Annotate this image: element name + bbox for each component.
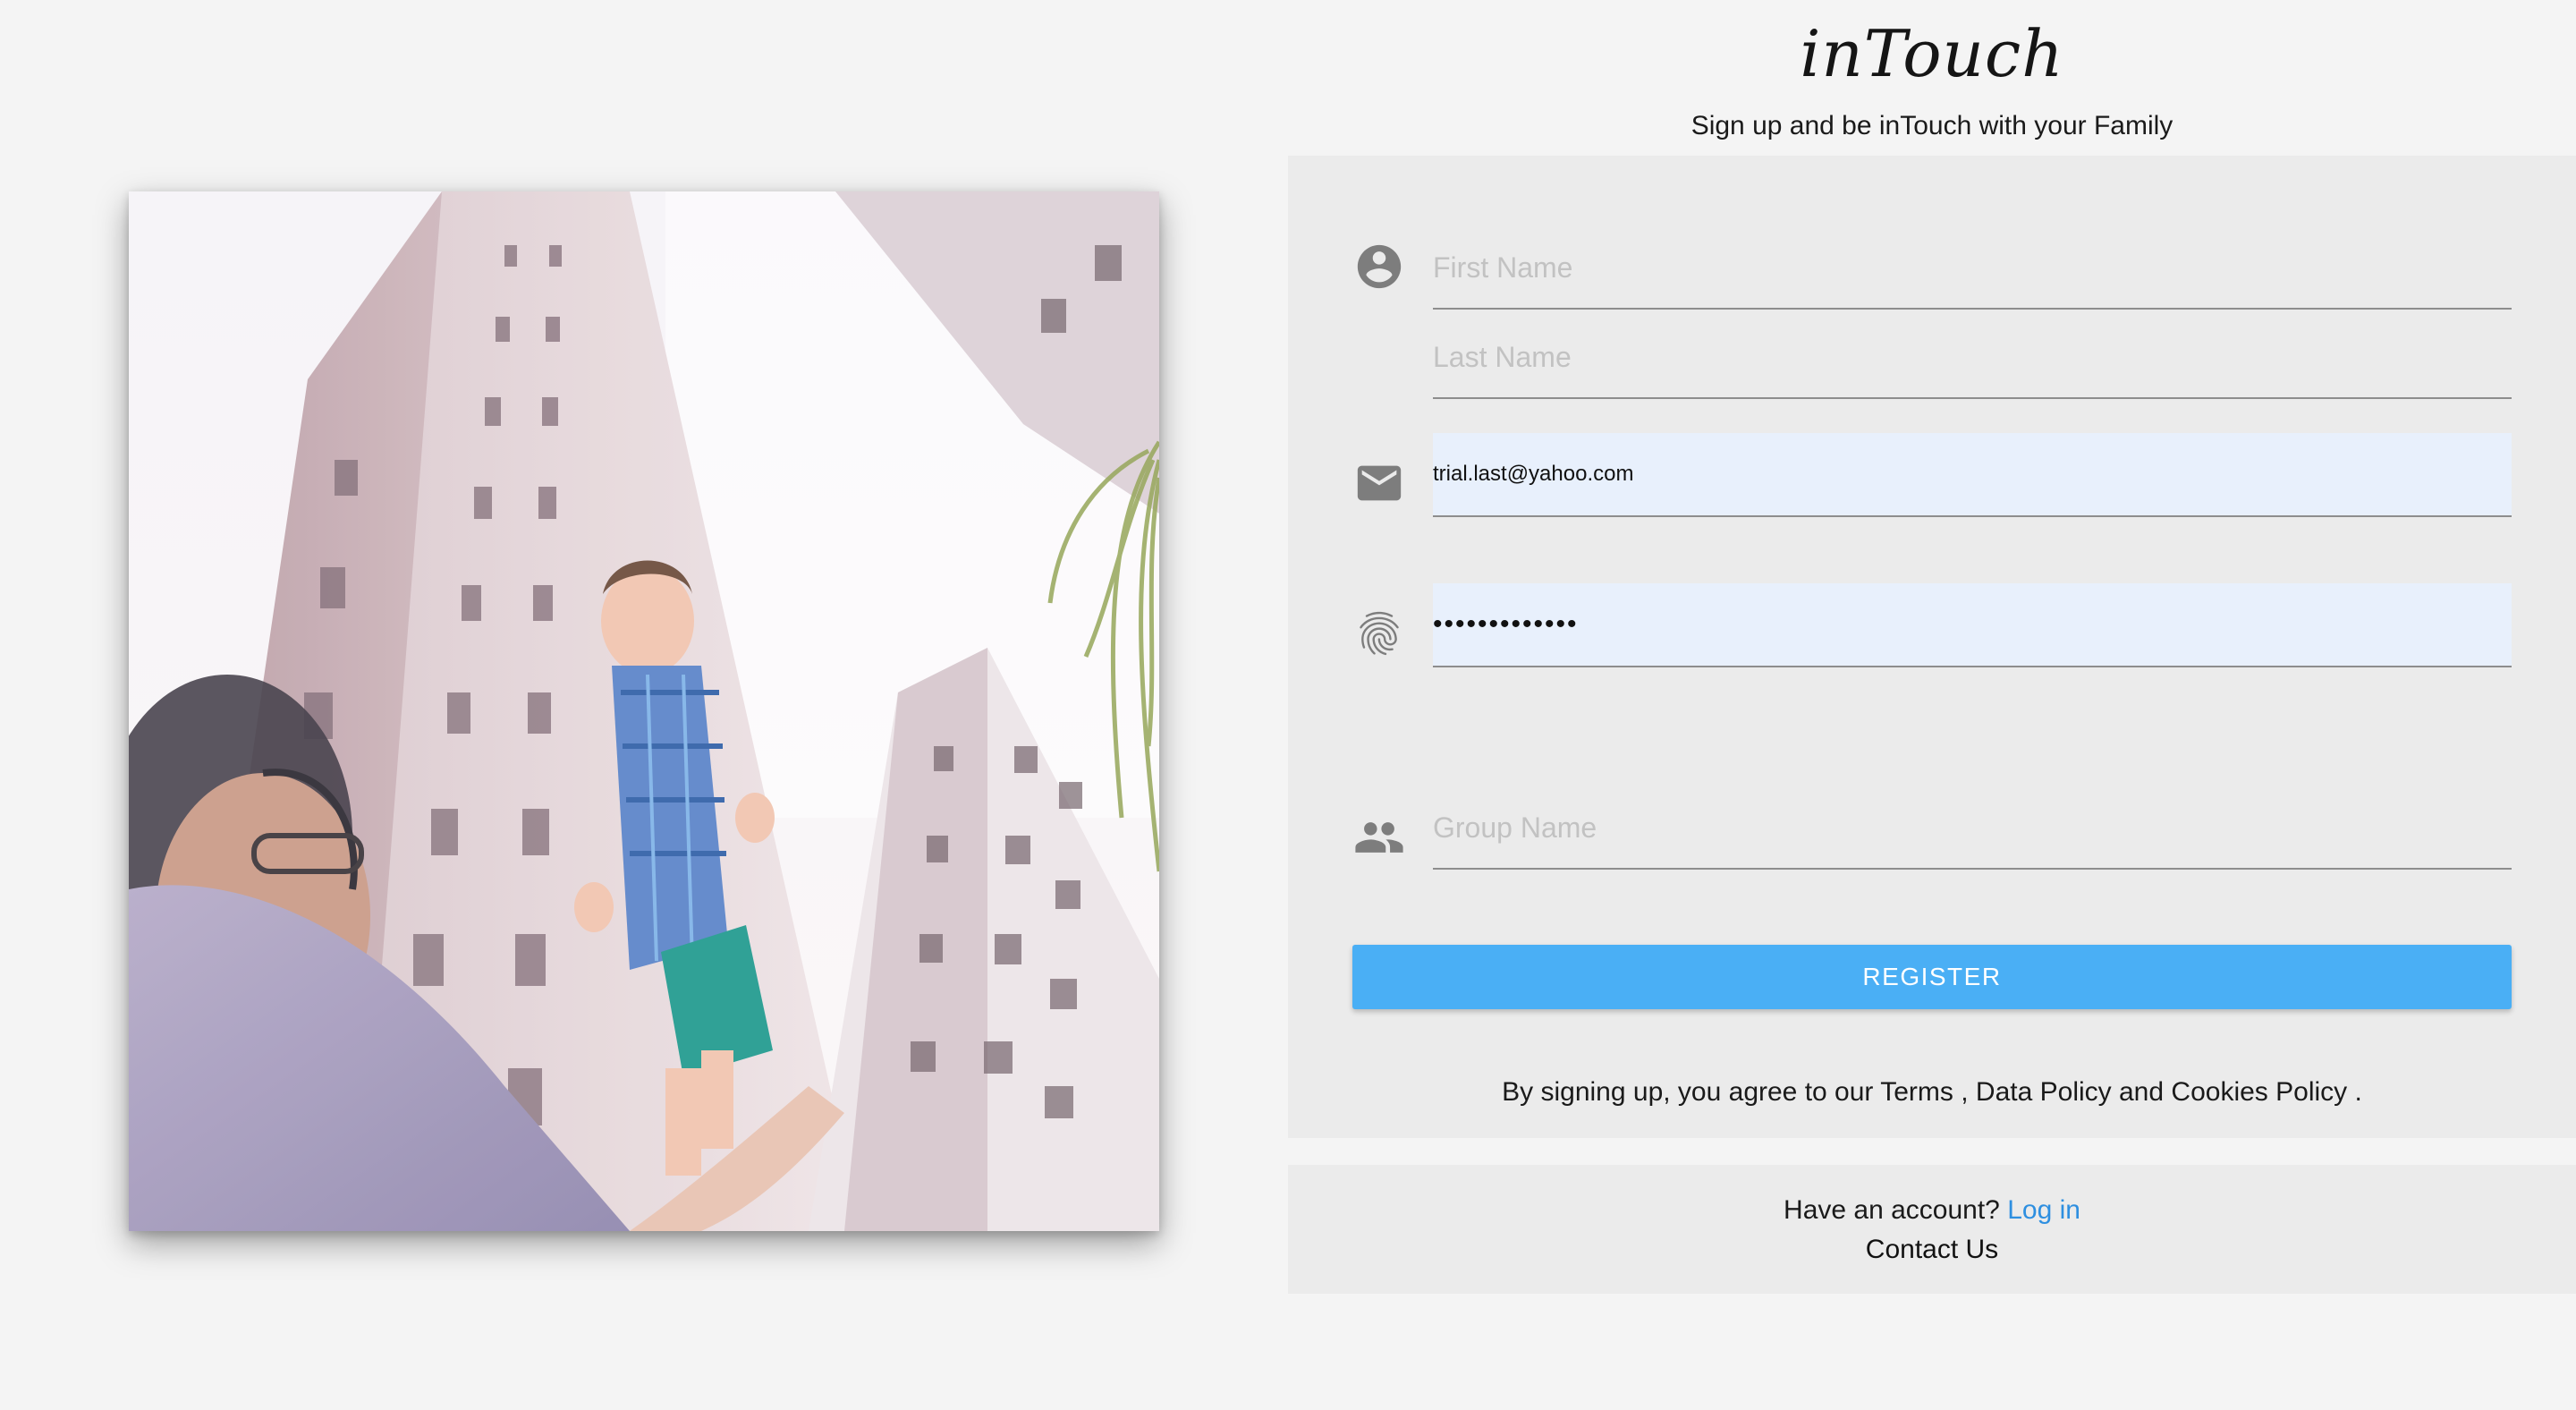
mail-icon <box>1352 456 1406 510</box>
terms-link[interactable]: Terms <box>1880 1077 1953 1107</box>
email-input[interactable] <box>1433 433 2512 517</box>
signup-page: inTouch Sign up and be inTouch with your… <box>0 0 2576 1410</box>
account-footer: Have an account? Log in Contact Us <box>1288 1165 2576 1294</box>
have-account-text: Have an account? <box>1784 1195 2000 1225</box>
account-circle-icon <box>1352 240 1406 293</box>
group-name-input[interactable] <box>1433 787 2512 870</box>
register-button[interactable]: REGISTER <box>1352 945 2512 1009</box>
password-input[interactable] <box>1433 583 2512 667</box>
contact-us-link[interactable]: Contact Us <box>1288 1235 2576 1265</box>
terms-separator: , <box>1961 1077 1969 1107</box>
first-name-input[interactable] <box>1433 227 2512 310</box>
data-policy-link[interactable]: Data Policy <box>1976 1077 2112 1107</box>
last-name-input[interactable] <box>1433 317 2512 399</box>
hero-photo-illustration <box>129 191 1159 1231</box>
have-account-line: Have an account? Log in <box>1288 1195 2576 1226</box>
login-link[interactable]: Log in <box>2007 1195 2080 1225</box>
terms-and: and <box>2119 1077 2165 1107</box>
terms-suffix: . <box>2354 1077 2362 1107</box>
terms-notice: By signing up, you agree to our Terms , … <box>1288 1077 2576 1108</box>
signup-panel: inTouch Sign up and be inTouch with your… <box>1288 0 2576 1410</box>
terms-prefix: By signing up, you agree to our <box>1502 1077 1874 1107</box>
hero-photo <box>129 191 1159 1231</box>
tagline: Sign up and be inTouch with your Family <box>1690 111 2174 140</box>
group-icon <box>1352 811 1406 864</box>
fingerprint-icon <box>1352 607 1406 660</box>
signup-form: REGISTER By signing up, you agree to our… <box>1288 156 2576 1138</box>
cookies-policy-link[interactable]: Cookies Policy <box>2171 1077 2347 1107</box>
app-logo: inTouch <box>1800 16 2064 91</box>
